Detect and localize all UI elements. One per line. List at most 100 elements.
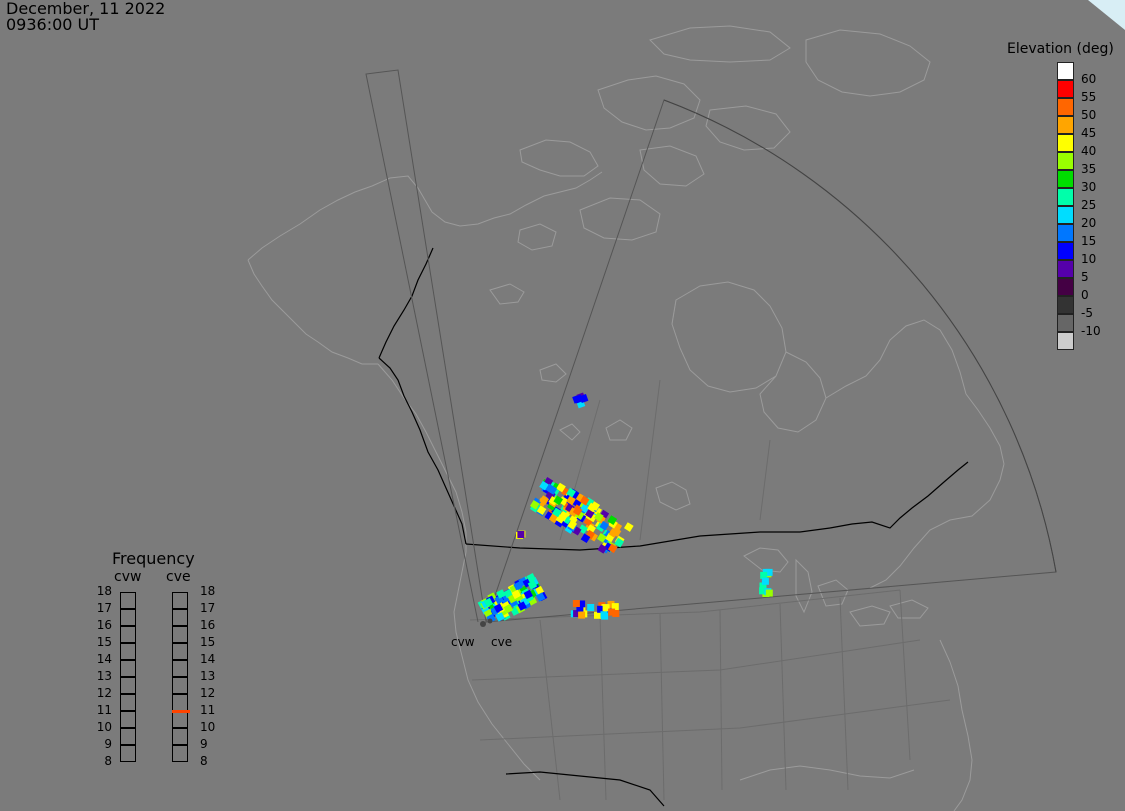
elevation-swatch xyxy=(1057,242,1074,260)
echo-cell xyxy=(572,600,580,607)
frequency-level-label-left: 12 xyxy=(96,686,112,700)
echo-cell xyxy=(623,522,634,532)
frequency-level-label-left: 8 xyxy=(104,754,112,768)
elevation-swatch xyxy=(1057,188,1074,206)
elevation-tick-label: 15 xyxy=(1081,234,1097,248)
site-cvw xyxy=(480,621,486,627)
elevation-tick-label: -5 xyxy=(1081,306,1093,320)
frequency-level-label-left: 11 xyxy=(96,703,112,717)
frequency-box-cve xyxy=(172,694,188,711)
elevation-tick-label: 10 xyxy=(1081,252,1097,266)
echo-cells xyxy=(477,392,773,624)
frequency-box-cvw xyxy=(120,643,136,660)
frequency-box-cvw xyxy=(120,694,136,711)
frequency-box-cvw xyxy=(120,626,136,643)
radar-map-view: December, 11 2022 0936:00 UT cvw cve Ele… xyxy=(0,0,1125,811)
frequency-box-cvw xyxy=(120,609,136,626)
elevation-swatch xyxy=(1057,134,1074,152)
elevation-tick-label: 45 xyxy=(1081,126,1097,140)
frequency-box-cvw xyxy=(120,677,136,694)
frequency-level-label-left: 9 xyxy=(104,737,112,751)
frequency-box-cve xyxy=(172,711,188,728)
frequency-box-cve xyxy=(172,728,188,745)
elevation-swatch xyxy=(1057,260,1074,278)
elevation-swatch xyxy=(1057,278,1074,296)
echo-cell xyxy=(517,531,525,538)
time-label: 0936:00 UT xyxy=(6,15,100,34)
echo-cell xyxy=(594,611,601,619)
elevation-swatch xyxy=(1057,206,1074,224)
elevation-tick-label: 25 xyxy=(1081,198,1097,212)
international-borders xyxy=(378,247,969,807)
frequency-level-label-left: 10 xyxy=(96,720,112,734)
frequency-box-cve xyxy=(172,643,188,660)
frequency-box-cvw xyxy=(120,660,136,677)
frequency-active-marker-cve xyxy=(172,710,190,713)
elevation-swatch xyxy=(1057,314,1074,332)
elevation-swatch xyxy=(1057,296,1074,314)
frequency-level-label-left: 18 xyxy=(96,584,112,598)
elevation-swatch xyxy=(1057,152,1074,170)
elevation-tick-label: 20 xyxy=(1081,216,1097,230)
elevation-tick-label: 50 xyxy=(1081,108,1097,122)
elevation-swatch xyxy=(1057,62,1074,80)
frequency-box-cvw xyxy=(120,728,136,745)
elevation-tick-label: 40 xyxy=(1081,144,1097,158)
frequency-level-label-right: 13 xyxy=(200,669,216,683)
frequency-box-cve xyxy=(172,745,188,762)
elevation-swatch xyxy=(1057,98,1074,116)
frequency-legend-title: Frequency xyxy=(112,549,195,568)
frequency-box-cve xyxy=(172,677,188,694)
frequency-radar-cvw: cvw xyxy=(114,569,142,585)
echo-cell xyxy=(765,589,773,597)
elevation-tick-label: 0 xyxy=(1081,288,1089,302)
radar-fields-of-view xyxy=(365,69,1057,623)
elevation-tick-label: 5 xyxy=(1081,270,1089,284)
coastlines xyxy=(247,25,1005,811)
frequency-legend: 18 18 17 17 16 16 15 15 14 14 13 13 12 12 11 11 10 10 9 9 8 8 xyxy=(88,584,228,768)
frequency-level-label-right: 15 xyxy=(200,635,216,649)
frequency-box-cvw xyxy=(120,711,136,728)
elevation-tick-label: 30 xyxy=(1081,180,1097,194)
frequency-level-label-right: 10 xyxy=(200,720,216,734)
station-label-cvw: cvw xyxy=(451,635,475,649)
elevation-tick-label: 60 xyxy=(1081,72,1097,86)
elevation-swatch xyxy=(1057,170,1074,188)
elevation-tick-label: 55 xyxy=(1081,90,1097,104)
echo-cell xyxy=(601,612,609,620)
frequency-level-label-left: 16 xyxy=(96,618,112,632)
frequency-level-label-left: 13 xyxy=(96,669,112,683)
echo-cell xyxy=(587,604,595,611)
elevation-swatch xyxy=(1057,332,1074,350)
elevation-swatch xyxy=(1057,224,1074,242)
elevation-tick-label: 35 xyxy=(1081,162,1097,176)
frequency-level-label-left: 15 xyxy=(96,635,112,649)
echo-cell xyxy=(612,610,620,617)
frequency-level-label-right: 9 xyxy=(200,737,208,751)
frequency-level-label-right: 8 xyxy=(200,754,208,768)
elevation-legend-title: Elevation (deg) xyxy=(1007,41,1114,57)
frequency-radar-cve: cve xyxy=(166,569,191,585)
frequency-box-cve xyxy=(172,609,188,626)
elevation-tick-label: -10 xyxy=(1081,324,1101,338)
polar-corner xyxy=(1088,0,1125,30)
elevation-swatch xyxy=(1057,116,1074,134)
frequency-box-cvw xyxy=(120,592,136,609)
frequency-box-cve xyxy=(172,592,188,609)
frequency-level-label-right: 11 xyxy=(200,703,216,717)
echo-cell xyxy=(761,577,769,585)
frequency-level-label-right: 14 xyxy=(200,652,216,666)
frequency-level-label-left: 14 xyxy=(96,652,112,666)
elevation-swatch xyxy=(1057,80,1074,98)
frequency-box-cve xyxy=(172,626,188,643)
frequency-level-label-right: 12 xyxy=(200,686,216,700)
echo-cell xyxy=(578,611,586,619)
frequency-box-cve xyxy=(172,660,188,677)
frequency-level-label-right: 17 xyxy=(200,601,216,615)
frequency-level-label-right: 18 xyxy=(200,584,216,598)
frequency-box-cvw xyxy=(120,745,136,762)
station-label-cve: cve xyxy=(491,635,513,649)
frequency-level-label-left: 17 xyxy=(96,601,112,615)
frequency-level-label-right: 16 xyxy=(200,618,216,632)
site-cve xyxy=(487,618,493,624)
